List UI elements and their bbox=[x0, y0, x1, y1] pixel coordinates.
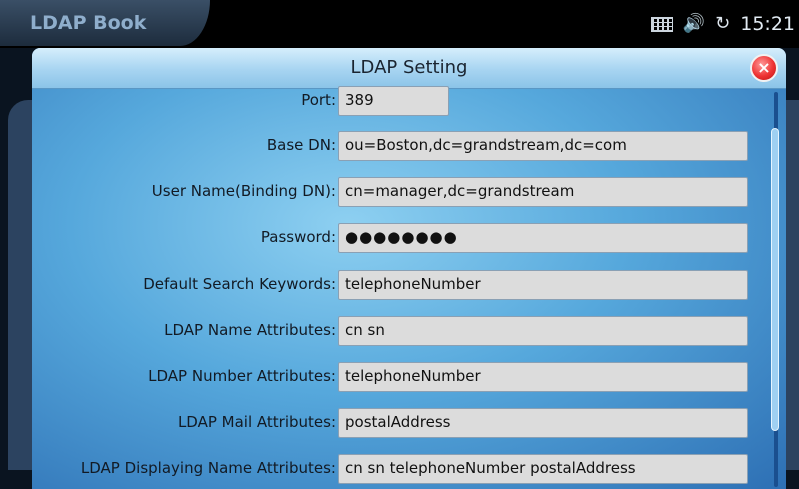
ldap-name-attributes-field[interactable]: cn sn bbox=[338, 316, 748, 346]
close-icon[interactable]: × bbox=[750, 54, 778, 82]
app-tab[interactable]: LDAP Book bbox=[0, 0, 210, 46]
ldap-setting-dialog: LDAP Setting × Port: 389 Base DN: ou=Bos… bbox=[32, 48, 786, 489]
ldap-displaying-name-attributes-row: LDAP Displaying Name Attributes: cn sn t… bbox=[32, 454, 762, 486]
app-title: LDAP Book bbox=[30, 12, 147, 34]
default-search-keywords-field[interactable]: telephoneNumber bbox=[338, 270, 748, 300]
clock: 15:21 bbox=[740, 13, 795, 35]
base-dn-field[interactable]: ou=Boston,dc=grandstream,dc=com bbox=[338, 131, 748, 161]
ldap-name-attributes-row: LDAP Name Attributes: cn sn bbox=[32, 316, 762, 348]
ldap-displaying-name-attributes-label: LDAP Displaying Name Attributes: bbox=[80, 459, 336, 477]
port-row: Port: 389 bbox=[32, 86, 762, 118]
ldap-number-attributes-field[interactable]: telephoneNumber bbox=[338, 362, 748, 392]
ldap-displaying-name-attributes-field[interactable]: cn sn telephoneNumber postalAddress bbox=[338, 454, 748, 484]
password-row: Password: ●●●●●●●● bbox=[32, 223, 762, 255]
dialog-header: LDAP Setting × bbox=[32, 48, 786, 89]
base-dn-label: Base DN: bbox=[266, 136, 336, 154]
volume-icon[interactable]: 🔊 bbox=[683, 15, 705, 33]
user-name-label: User Name(Binding DN): bbox=[151, 182, 336, 200]
default-search-keywords-label: Default Search Keywords: bbox=[143, 275, 336, 293]
user-name-row: User Name(Binding DN): cn=manager,dc=gra… bbox=[32, 177, 762, 209]
password-label: Password: bbox=[260, 228, 336, 246]
ldap-mail-attributes-label: LDAP Mail Attributes: bbox=[177, 413, 336, 431]
keyboard-icon[interactable] bbox=[650, 16, 673, 32]
ldap-name-attributes-label: LDAP Name Attributes: bbox=[164, 321, 336, 339]
user-name-field[interactable]: cn=manager,dc=grandstream bbox=[338, 177, 748, 207]
status-area: 🔊 ↻ 15:21 bbox=[650, 10, 795, 38]
ldap-mail-attributes-field[interactable]: postalAddress bbox=[338, 408, 748, 438]
default-search-keywords-row: Default Search Keywords: telephoneNumber bbox=[32, 270, 762, 302]
scrollbar-thumb[interactable] bbox=[771, 128, 779, 431]
ldap-mail-attributes-row: LDAP Mail Attributes: postalAddress bbox=[32, 408, 762, 440]
port-field[interactable]: 389 bbox=[338, 86, 449, 116]
ldap-number-attributes-row: LDAP Number Attributes: telephoneNumber bbox=[32, 362, 762, 394]
ldap-number-attributes-label: LDAP Number Attributes: bbox=[148, 367, 336, 385]
base-dn-row: Base DN: ou=Boston,dc=grandstream,dc=com bbox=[32, 131, 762, 163]
port-label: Port: bbox=[301, 91, 336, 109]
status-bar: LDAP Book 🔊 ↻ 15:21 bbox=[0, 0, 799, 48]
sync-icon: ↻ bbox=[715, 13, 731, 34]
password-field[interactable]: ●●●●●●●● bbox=[338, 223, 748, 253]
dialog-title: LDAP Setting bbox=[350, 57, 468, 78]
